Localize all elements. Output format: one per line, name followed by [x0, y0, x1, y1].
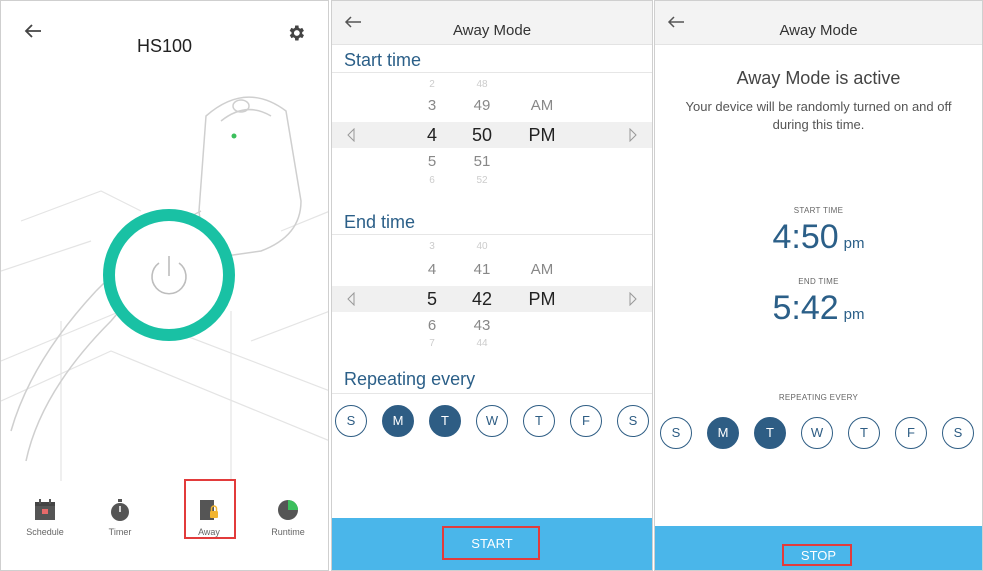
setup-header: Away Mode — [332, 1, 652, 45]
tab-runtime[interactable]: Runtime — [253, 497, 323, 537]
hour-cell: 4 — [426, 125, 437, 145]
stop-bar: STOP — [655, 526, 982, 570]
repeat-day-selector: S M T W T F S — [332, 405, 652, 441]
chevron-right-icon[interactable] — [628, 128, 638, 142]
stop-button-highlight — [782, 544, 852, 566]
tab-timer-label: Timer — [108, 527, 132, 537]
ampm-cell: PM — [528, 289, 556, 309]
minute-cell: 48 — [476, 79, 488, 90]
away-tab-highlight — [184, 479, 236, 539]
day-indicator-sunday: S — [660, 417, 692, 449]
away-mode-setup-screen: Away Mode Start time 2 48 3 49 AM 4 50 P… — [331, 0, 653, 571]
picker-selected-row[interactable]: 5 42 PM — [332, 286, 652, 312]
divider — [332, 393, 652, 394]
picker-row[interactable]: 7 44 — [332, 338, 652, 360]
day-indicator-thursday: T — [848, 417, 880, 449]
end-time-display: 5:42 pm — [655, 289, 982, 328]
start-time-ampm: pm — [843, 235, 865, 252]
device-title: HS100 — [136, 36, 193, 56]
minute-cell: 43 — [473, 317, 491, 334]
divider — [332, 72, 652, 73]
tab-timer[interactable]: Timer — [85, 497, 155, 537]
active-description: Your device will be randomly turned on a… — [685, 99, 952, 132]
hour-cell: 7 — [429, 338, 435, 349]
day-toggle-monday[interactable]: M — [382, 405, 414, 437]
minute-cell: 42 — [471, 289, 493, 309]
end-time-value: 5:42 — [772, 289, 839, 327]
calendar-icon — [35, 499, 55, 520]
picker-row[interactable]: 3 49 AM — [332, 97, 652, 119]
hour-cell: 2 — [429, 79, 435, 90]
end-time-caption: END TIME — [798, 277, 839, 286]
day-toggle-thursday[interactable]: T — [523, 405, 555, 437]
chevron-left-icon[interactable] — [346, 292, 356, 306]
chevron-right-icon[interactable] — [628, 292, 638, 306]
picker-row[interactable]: 6 52 — [332, 175, 652, 197]
hour-cell: 6 — [429, 175, 435, 186]
gear-icon[interactable] — [286, 23, 306, 43]
picker-selected-row[interactable]: 4 50 PM — [332, 122, 652, 148]
hour-cell: 6 — [427, 317, 437, 334]
day-toggle-friday[interactable]: F — [570, 405, 602, 437]
start-time-value: 4:50 — [772, 218, 839, 256]
day-indicator-monday: M — [707, 417, 739, 449]
stopwatch-icon — [111, 499, 129, 521]
minute-cell: 44 — [476, 338, 488, 349]
hour-cell: 4 — [427, 261, 437, 278]
device-screen: HS100 Schedule Timer Away Runtime — [0, 0, 329, 571]
day-indicator-wednesday: W — [801, 417, 833, 449]
minute-cell: 49 — [473, 97, 491, 114]
divider — [332, 234, 652, 235]
start-time-display: 4:50 pm — [655, 218, 982, 257]
start-button-highlight — [442, 526, 540, 560]
day-indicator-tuesday: T — [754, 417, 786, 449]
minute-cell: 40 — [476, 241, 488, 252]
ampm-cell: AM — [530, 261, 554, 278]
day-indicator-saturday: S — [942, 417, 974, 449]
day-toggle-saturday[interactable]: S — [617, 405, 649, 437]
minute-cell: 41 — [473, 261, 491, 278]
day-toggle-sunday[interactable]: S — [335, 405, 367, 437]
minute-cell: 52 — [476, 175, 488, 186]
picker-row[interactable]: 6 43 — [332, 317, 652, 339]
setup-title: Away Mode — [452, 22, 532, 39]
hour-cell: 3 — [429, 241, 435, 252]
repeating-every-caption: REPEATING EVERY — [778, 393, 859, 402]
picker-row[interactable]: 4 41 AM — [332, 261, 652, 283]
active-header: Away Mode — [655, 1, 982, 45]
active-title: Away Mode — [779, 22, 858, 39]
power-icon — [151, 256, 187, 295]
day-indicator-friday: F — [895, 417, 927, 449]
repeating-every-label: Repeating every — [344, 369, 476, 389]
start-bar: START — [332, 518, 652, 570]
start-time-label: Start time — [344, 50, 422, 70]
hour-cell: 3 — [427, 97, 437, 114]
ampm-cell: AM — [530, 97, 554, 114]
end-time-picker[interactable]: 3 40 4 41 AM 5 42 PM 6 43 7 44 — [332, 239, 652, 351]
bottom-tab-bar: Schedule Timer Away Runtime — [1, 475, 328, 570]
start-time-caption: START TIME — [793, 206, 844, 215]
away-mode-active-screen: Away Mode Away Mode is active Your devic… — [654, 0, 983, 571]
active-heading: Away Mode is active — [736, 68, 901, 88]
power-toggle-button[interactable] — [103, 209, 235, 341]
pie-chart-icon — [278, 500, 298, 520]
picker-row[interactable]: 3 40 — [332, 241, 652, 263]
minute-cell: 51 — [473, 153, 491, 170]
picker-row[interactable]: 5 51 — [332, 153, 652, 175]
ampm-cell: PM — [528, 125, 556, 145]
hour-cell: 5 — [426, 289, 437, 309]
hour-cell: 5 — [427, 153, 437, 170]
day-toggle-tuesday[interactable]: T — [429, 405, 461, 437]
minute-cell: 50 — [471, 125, 493, 145]
tab-runtime-label: Runtime — [271, 527, 305, 537]
day-toggle-wednesday[interactable]: W — [476, 405, 508, 437]
tab-schedule[interactable]: Schedule — [10, 497, 80, 537]
repeat-day-display: S M T W T F S — [655, 417, 982, 453]
end-time-label: End time — [344, 212, 416, 232]
chevron-left-icon[interactable] — [346, 128, 356, 142]
start-time-picker[interactable]: 2 48 3 49 AM 4 50 PM 5 51 6 52 — [332, 77, 652, 189]
tab-schedule-label: Schedule — [26, 527, 64, 537]
end-time-ampm: pm — [843, 306, 865, 323]
